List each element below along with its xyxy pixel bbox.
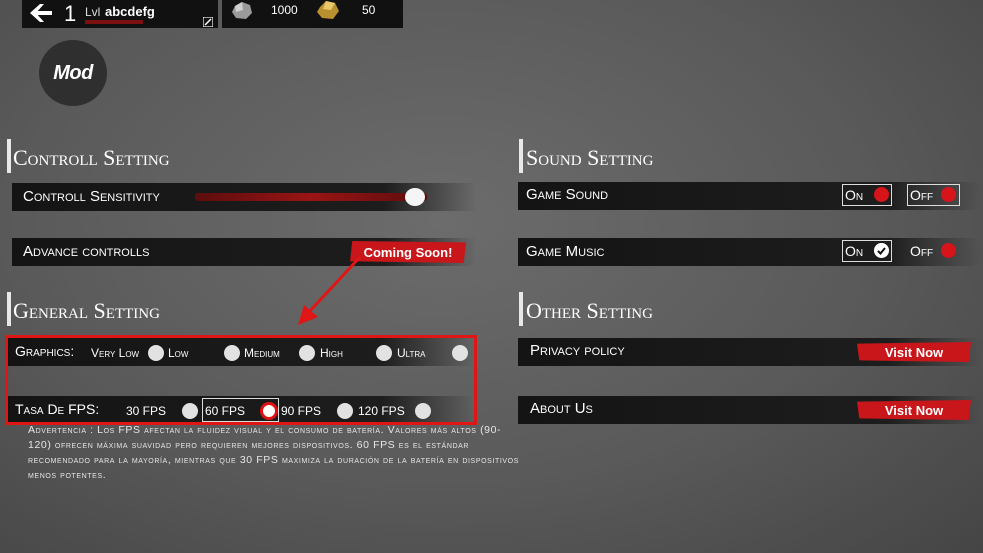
privacy-visit-button[interactable]: Visit Now [857,342,971,362]
close-x-icon [941,187,956,202]
back-arrow-icon[interactable] [30,4,52,22]
close-x-icon [941,243,956,258]
fps-warning-text: Advertencia : Los FPS afectan la fluidez… [28,424,519,481]
game-music-on-label: On [845,243,864,259]
annotation-highlight-box [5,335,477,425]
check-icon [874,243,889,258]
advance-controlls-label: Advance controlls [23,243,150,260]
stone-currency-icon [232,2,252,19]
other-setting-title: Other Setting [526,298,653,323]
level-prefix: Lvl [85,5,101,19]
section-marker [519,292,523,326]
about-label: About Us [530,400,593,417]
sensitivity-label: Controll Sensitivity [23,188,160,205]
game-music-off-label[interactable]: Off [910,243,933,259]
game-sound-on-label: On [845,187,864,203]
game-music-label: Game Music [526,243,605,260]
sensitivity-slider-track[interactable] [195,193,427,201]
game-sound-label: Game Sound [526,186,609,203]
gold-count: 50 [362,3,376,17]
section-marker [7,139,11,173]
controll-setting-title: Controll Setting [13,145,170,170]
section-marker [7,292,11,326]
about-visit-button[interactable]: Visit Now [857,400,971,420]
stone-count: 1000 [271,3,298,17]
game-sound-off-label: Off [910,187,934,203]
edit-icon[interactable] [203,17,213,27]
gold-currency-icon [317,1,339,19]
mod-badge[interactable]: Mod [39,40,107,106]
annotation-arrow-icon [298,255,362,325]
general-setting-title: General Setting [13,298,160,323]
close-x-icon [874,187,889,202]
username: abcdefg [105,4,155,19]
player-level: 1 [64,1,77,26]
xp-progress-bar [85,20,143,24]
section-marker [519,139,523,173]
privacy-label: Privacy policy [530,342,625,359]
sound-setting-title: Sound Setting [526,145,654,170]
